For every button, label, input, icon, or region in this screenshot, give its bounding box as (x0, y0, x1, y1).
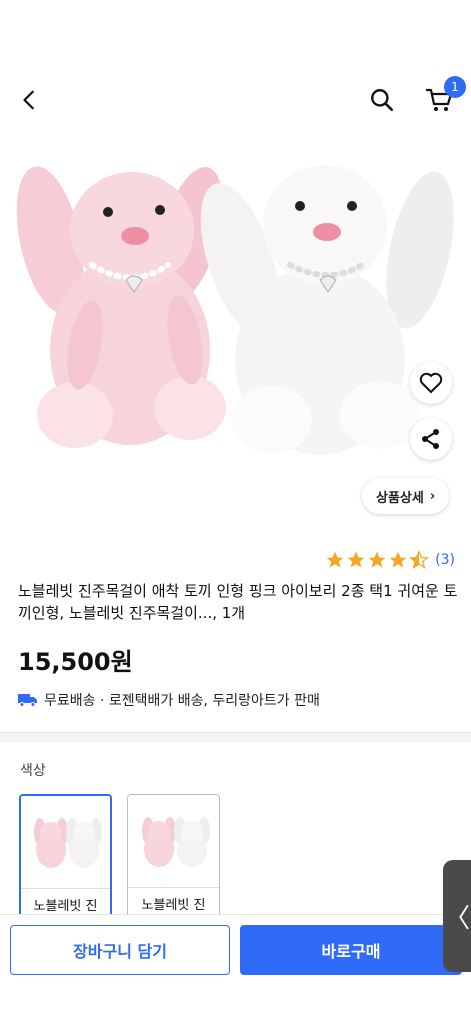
product-image[interactable]: 상품상세 › (0, 140, 471, 530)
shipping-text: 무료배송 · 로젠택배가 배송, 두리랑아트가 판매 (44, 693, 320, 709)
add-to-cart-button[interactable]: 장바구니 담기 (10, 925, 230, 975)
bunny-plush-illustration (16, 165, 454, 455)
star-icon (389, 551, 407, 568)
search-icon (371, 89, 394, 112)
option-thumbnail (21, 796, 110, 888)
share-icon (422, 429, 439, 449)
star-icon (326, 551, 344, 568)
star-rating (325, 550, 430, 570)
like-button[interactable] (410, 362, 452, 404)
bunny-thumbnail-image (33, 818, 102, 868)
bottom-action-bar: 장바구니 담기 바로구매 (0, 914, 471, 1024)
search-button[interactable] (364, 82, 400, 118)
star-icon (368, 551, 386, 568)
option-thumbnail (128, 795, 219, 887)
product-detail-button[interactable]: 상품상세 › (362, 478, 450, 514)
chevron-left-icon (23, 90, 34, 110)
product-title: 노블레빗 진주목걸이 애착 토끼 인형 핑크 아이보리 2종 택1 귀여운 토끼… (18, 582, 458, 622)
option-card[interactable]: 노블레빗 진 (127, 794, 220, 924)
cart-count-badge: 1 (444, 76, 466, 98)
cart-button[interactable]: 1 (420, 76, 466, 118)
delivery-truck-icon (18, 694, 37, 707)
option-label: 색상 (20, 763, 46, 779)
side-panel-handle[interactable]: 〈 (443, 860, 471, 972)
chevron-left-icon: 〈 (443, 903, 470, 934)
heart-icon (419, 372, 443, 393)
buy-now-button[interactable]: 바로구매 (240, 925, 462, 975)
review-count[interactable]: (3) (435, 552, 455, 568)
half-star-icon (409, 550, 430, 569)
option-card[interactable]: 노블레빗 진 (19, 794, 112, 924)
product-price: 15,500원 (18, 648, 133, 676)
chevron-right-icon: › (429, 488, 436, 504)
section-divider (0, 732, 471, 742)
share-button[interactable] (410, 418, 452, 460)
product-detail-label: 상품상세 (376, 490, 424, 506)
star-icon (347, 551, 365, 568)
bunny-thumbnail-image (141, 817, 210, 867)
rating[interactable]: (3) (325, 550, 455, 570)
top-bar: 1 (0, 70, 471, 130)
shipping-info: 무료배송 · 로젠택배가 배송, 두리랑아트가 판매 (18, 690, 320, 710)
back-button[interactable] (12, 82, 48, 118)
